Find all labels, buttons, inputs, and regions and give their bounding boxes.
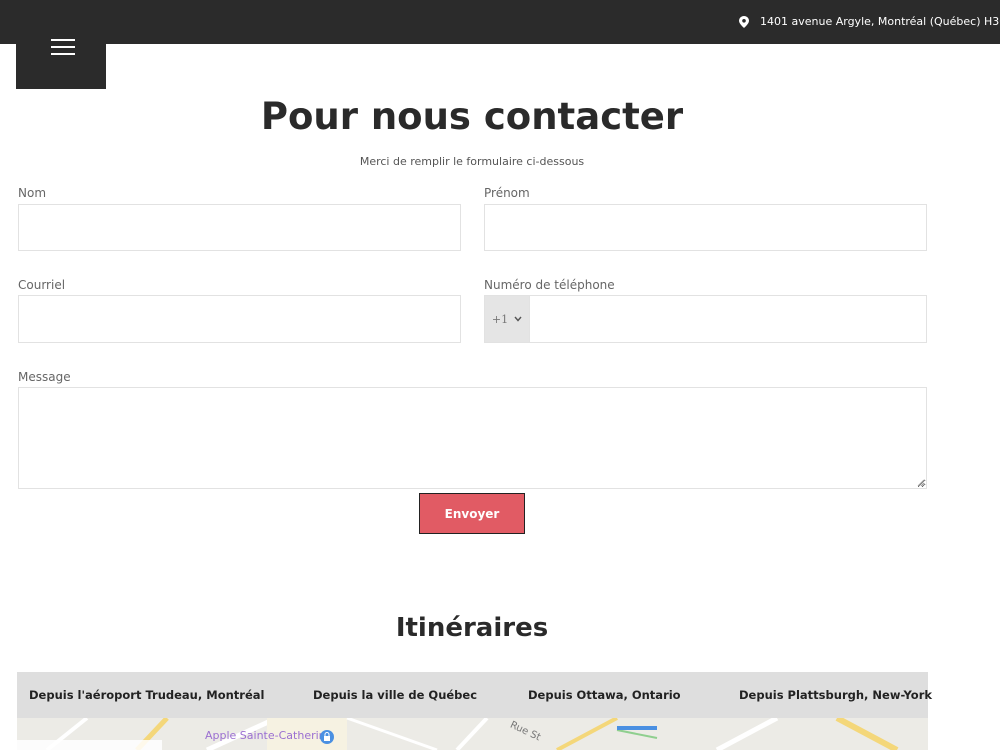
telephone-label: Numéro de téléphone [484, 278, 615, 292]
prenom-input[interactable] [484, 204, 927, 251]
nom-input[interactable] [18, 204, 461, 251]
chevron-down-icon [514, 316, 522, 322]
tab-ottawa[interactable]: Depuis Ottawa, Ontario [528, 688, 681, 702]
telephone-input[interactable] [529, 295, 927, 343]
country-code-value: +1 [491, 312, 509, 326]
message-label: Message [18, 370, 71, 384]
map-view[interactable]: Apple Sainte-Catherine Rue St [17, 718, 928, 750]
tab-ville-de-quebec[interactable]: Depuis la ville de Québec [313, 688, 477, 702]
resize-grip-icon[interactable] [916, 478, 925, 487]
tab-aeroport-trudeau[interactable]: Depuis l'aéroport Trudeau, Montréal [29, 688, 264, 702]
courriel-input[interactable] [18, 295, 461, 343]
envoyer-button[interactable]: Envoyer [419, 493, 525, 534]
prenom-label: Prénom [484, 186, 530, 200]
shopping-bag-icon [320, 730, 334, 744]
hamburger-menu-icon[interactable] [51, 39, 75, 55]
map-street-label: Apple Sainte-Catherine [205, 729, 333, 742]
courriel-label: Courriel [18, 278, 66, 292]
page-subtitle: Merci de remplir le formulaire ci-dessou… [359, 155, 585, 168]
country-code-select[interactable]: +1 [484, 295, 529, 343]
tab-plattsburgh[interactable]: Depuis Plattsburgh, New-York [739, 688, 932, 702]
itineraires-title: Itinéraires [395, 613, 549, 643]
location-pin-icon [739, 15, 749, 28]
address-text: 1401 avenue Argyle, Montréal (Québec) H3… [760, 15, 1000, 28]
address-bar: 1401 avenue Argyle, Montréal (Québec) H3… [739, 15, 1000, 28]
map-roads [17, 718, 899, 750]
page-title: Pour nous contacter [260, 95, 684, 138]
map-marker [617, 726, 657, 730]
menu-container [16, 0, 106, 89]
message-textarea[interactable] [18, 387, 927, 489]
nom-label: Nom [18, 186, 47, 200]
top-bar: 1401 avenue Argyle, Montréal (Québec) H3… [0, 0, 1000, 44]
itineraires-tabs: Depuis l'aéroport Trudeau, Montréal Depu… [17, 672, 932, 718]
